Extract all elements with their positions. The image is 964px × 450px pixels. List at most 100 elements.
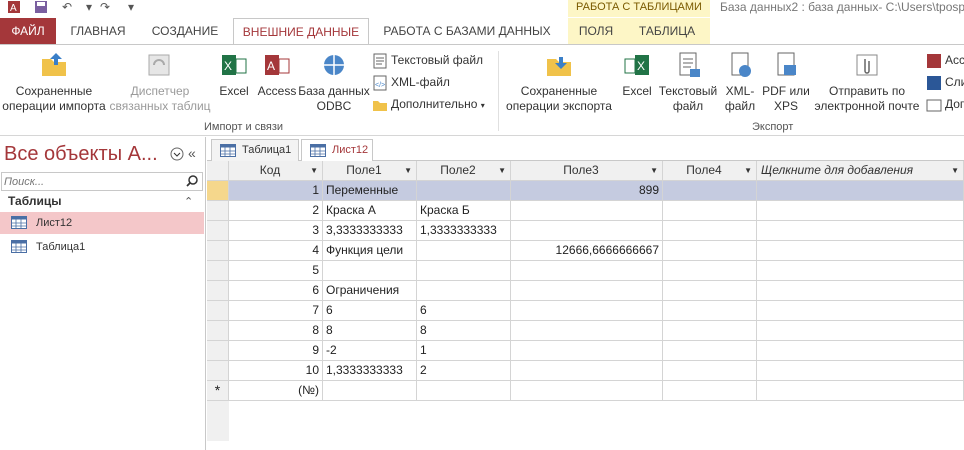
- cell-pole2[interactable]: 8: [417, 321, 511, 341]
- column-dropdown-icon[interactable]: ▼: [498, 161, 506, 180]
- tab-create[interactable]: СОЗДАНИЕ: [142, 18, 228, 44]
- cell-add[interactable]: [757, 181, 964, 201]
- cell-pole1[interactable]: Функция цели: [323, 241, 417, 261]
- cell-pole4[interactable]: [663, 241, 757, 261]
- column-header-pole1[interactable]: Поле1 ▼: [323, 161, 417, 181]
- export-pdf-xps-button[interactable]: PDF или XPS: [762, 49, 810, 114]
- row-selector[interactable]: [207, 301, 229, 321]
- cell-kod[interactable]: 7: [229, 301, 323, 321]
- doc-tab-list12[interactable]: Лист12: [301, 139, 373, 162]
- cell-pole3[interactable]: 12666,6666666667: [511, 241, 663, 261]
- export-merge-button[interactable]: Сли: [926, 73, 964, 91]
- cell-pole3[interactable]: 899: [511, 181, 663, 201]
- cell-pole4[interactable]: [663, 181, 757, 201]
- tab-database-tools[interactable]: РАБОТА С БАЗАМИ ДАННЫХ: [374, 18, 560, 44]
- tab-table[interactable]: ТАБЛИЦА: [624, 18, 710, 44]
- save-icon[interactable]: [34, 0, 48, 16]
- row-selector[interactable]: [207, 261, 229, 281]
- cell-kod[interactable]: 4: [229, 241, 323, 261]
- cell-pole3[interactable]: [511, 381, 663, 401]
- nav-pane-title[interactable]: Все объекты A...: [4, 143, 158, 166]
- cell-pole2[interactable]: 6: [417, 301, 511, 321]
- cell-pole4[interactable]: [663, 361, 757, 381]
- redo-icon[interactable]: ↷: [100, 0, 110, 16]
- cell-add[interactable]: [757, 321, 964, 341]
- cell-pole4[interactable]: [663, 381, 757, 401]
- cell-pole3[interactable]: [511, 301, 663, 321]
- column-dropdown-icon[interactable]: ▼: [744, 161, 752, 180]
- column-dropdown-icon[interactable]: ▼: [650, 161, 658, 180]
- new-record-marker[interactable]: *: [207, 381, 229, 401]
- import-text-file-button[interactable]: Текстовый файл: [372, 51, 483, 69]
- import-odbc-button[interactable]: База данных ODBC: [298, 49, 370, 114]
- select-all-cell[interactable]: [207, 161, 229, 181]
- cell-pole2[interactable]: Краска Б: [417, 201, 511, 221]
- cell-pole1[interactable]: Переменные: [323, 181, 417, 201]
- cell-pole4[interactable]: [663, 321, 757, 341]
- cell-pole1[interactable]: Ограничения: [323, 281, 417, 301]
- export-email-button[interactable]: Отправить по электронной почте: [812, 49, 922, 114]
- new-record-id[interactable]: (№): [229, 381, 323, 401]
- column-header-add[interactable]: Щелкните для добавления ▼: [757, 161, 964, 181]
- row-selector[interactable]: [207, 181, 229, 201]
- cell-pole1[interactable]: [323, 261, 417, 281]
- column-header-pole2[interactable]: Поле2 ▼: [417, 161, 511, 181]
- cell-pole3[interactable]: [511, 261, 663, 281]
- cell-pole4[interactable]: [663, 341, 757, 361]
- row-selector[interactable]: [207, 361, 229, 381]
- cell-pole4[interactable]: [663, 221, 757, 241]
- cell-pole1[interactable]: 3,3333333333: [323, 221, 417, 241]
- cell-pole3[interactable]: [511, 361, 663, 381]
- cell-kod[interactable]: 1: [229, 181, 323, 201]
- cell-pole2[interactable]: 2: [417, 361, 511, 381]
- export-excel-button[interactable]: X Excel: [618, 49, 656, 99]
- import-more-button[interactable]: Дополнительно ▾: [372, 95, 485, 113]
- cell-add[interactable]: [757, 361, 964, 381]
- cell-pole4[interactable]: [663, 261, 757, 281]
- export-access-button[interactable]: Acc: [926, 51, 964, 69]
- column-dropdown-icon[interactable]: ▼: [951, 161, 959, 180]
- cell-pole4[interactable]: [663, 201, 757, 221]
- column-dropdown-icon[interactable]: ▼: [310, 161, 318, 180]
- column-header-pole3[interactable]: Поле3 ▼: [511, 161, 663, 181]
- tab-home[interactable]: ГЛАВНАЯ: [60, 18, 136, 44]
- import-access-button[interactable]: A Access: [256, 49, 298, 99]
- export-xml-file-button[interactable]: XML-файл: [720, 49, 760, 114]
- cell-pole2[interactable]: [417, 261, 511, 281]
- shutter-bar-collapse-icon[interactable]: «: [188, 145, 196, 161]
- nav-dropdown-icon[interactable]: [170, 147, 184, 164]
- row-selector[interactable]: [207, 201, 229, 221]
- undo-icon[interactable]: ↶: [62, 0, 72, 16]
- export-more-button[interactable]: Доп: [926, 95, 964, 113]
- column-header-kod[interactable]: Код ▼: [229, 161, 323, 181]
- cell-pole3[interactable]: [511, 221, 663, 241]
- nav-item-table1[interactable]: Таблица1: [0, 236, 204, 258]
- cell-pole1[interactable]: 6: [323, 301, 417, 321]
- cell-pole2[interactable]: [417, 281, 511, 301]
- cell-kod[interactable]: 5: [229, 261, 323, 281]
- cell-kod[interactable]: 9: [229, 341, 323, 361]
- cell-pole3[interactable]: [511, 321, 663, 341]
- column-header-pole4[interactable]: Поле4 ▼: [663, 161, 757, 181]
- row-selector[interactable]: [207, 341, 229, 361]
- cell-add[interactable]: [757, 381, 964, 401]
- export-text-file-button[interactable]: Текстовый файл: [656, 49, 720, 114]
- search-icon[interactable]: [185, 174, 199, 191]
- saved-exports-button[interactable]: Сохраненные операции экспорта: [502, 49, 616, 114]
- cell-pole4[interactable]: [663, 301, 757, 321]
- undo-dropdown-icon[interactable]: ▾: [86, 0, 92, 16]
- group-collapse-icon[interactable]: ⌃: [184, 195, 193, 208]
- cell-add[interactable]: [757, 341, 964, 361]
- import-excel-button[interactable]: X Excel: [214, 49, 254, 99]
- cell-add[interactable]: [757, 281, 964, 301]
- cell-pole3[interactable]: [511, 281, 663, 301]
- customize-qat-icon[interactable]: ▾: [128, 0, 134, 16]
- cell-pole4[interactable]: [663, 281, 757, 301]
- cell-add[interactable]: [757, 241, 964, 261]
- doc-tab-table1[interactable]: Таблица1: [211, 139, 299, 161]
- cell-pole1[interactable]: 8: [323, 321, 417, 341]
- cell-kod[interactable]: 3: [229, 221, 323, 241]
- cell-pole2[interactable]: 1: [417, 341, 511, 361]
- column-dropdown-icon[interactable]: ▼: [404, 161, 412, 180]
- row-selector[interactable]: [207, 281, 229, 301]
